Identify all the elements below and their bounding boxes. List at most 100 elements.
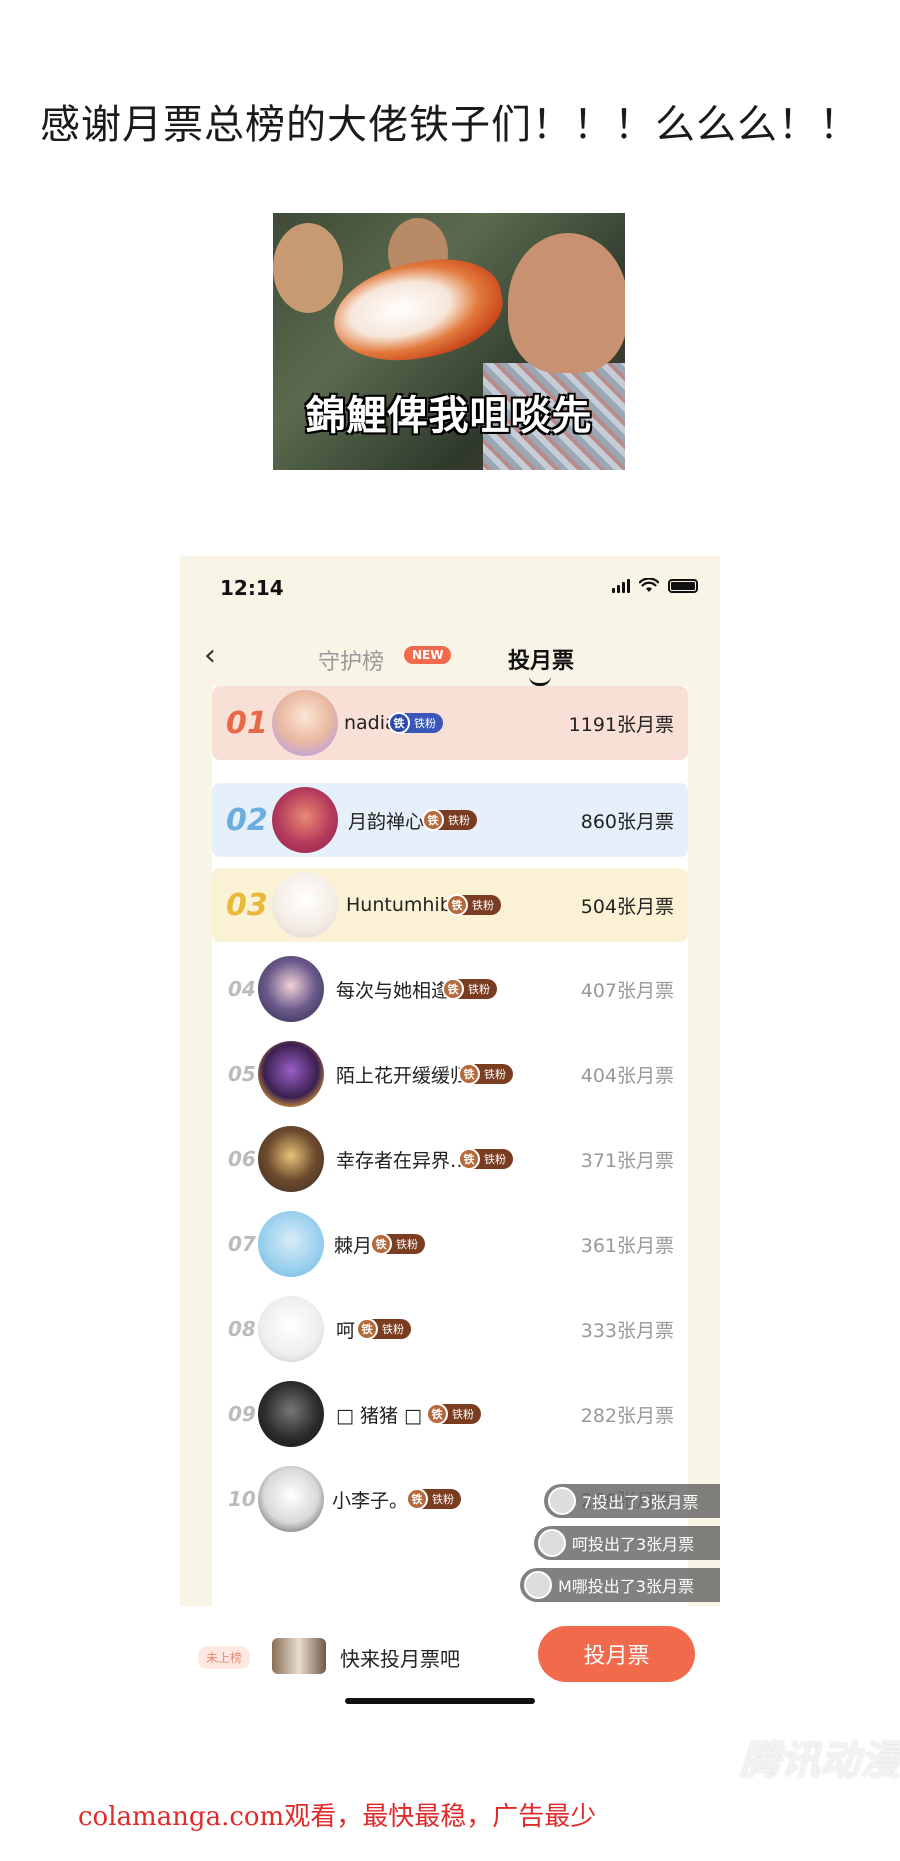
vote-toast: 7投出了3张月票 <box>544 1484 720 1518</box>
user-name: 每次与她相逢 <box>336 979 451 1002</box>
fan-level-badge: 铁铁粉 <box>388 712 443 734</box>
rank-number: 10 <box>228 1487 256 1511</box>
back-arrow-icon[interactable]: ‹ <box>204 638 216 673</box>
rank-number: 03 <box>226 887 268 923</box>
fan-level-label: 铁粉 <box>448 814 470 827</box>
phone-screenshot: 12:14 ‹ 守护榜 NEW 投月票 01 nadia 铁铁粉 1191张月票 02 月… <box>180 556 720 1706</box>
user-avatar[interactable] <box>272 872 338 938</box>
toast-avatar <box>548 1487 576 1515</box>
rank-number: 06 <box>228 1147 256 1171</box>
status-time: 12:14 <box>220 576 284 600</box>
vote-count: 333张月票 <box>580 1319 674 1342</box>
not-ranked-badge: 未上榜 <box>198 1646 251 1669</box>
fan-level-label: 铁粉 <box>484 1068 506 1081</box>
user-avatar[interactable] <box>258 1126 324 1192</box>
tab-guard-ranking[interactable]: 守护榜 <box>318 644 384 676</box>
ranking-list[interactable]: 01 nadia 铁铁粉 1191张月票 02 月韵禅心铁铁粉 860张月票 03 Huntum… <box>212 686 688 1606</box>
medal-icon: 铁 <box>458 1148 480 1170</box>
rank-number: 04 <box>228 977 256 1001</box>
vote-count: 282张月票 <box>580 1404 674 1427</box>
rank-number: 02 <box>226 802 268 838</box>
user-avatar[interactable] <box>272 787 338 853</box>
new-badge: NEW <box>404 646 452 664</box>
fan-level-badge: 铁铁粉 <box>422 809 477 831</box>
meme-caption: 錦鯉俾我咀啖先 <box>305 393 593 439</box>
watermark-logo: 腾讯动漫 <box>740 1738 900 1784</box>
status-bar: 12:14 <box>180 556 720 626</box>
rank-number: 09 <box>228 1402 256 1426</box>
rank-number: 05 <box>228 1062 256 1086</box>
vote-count: 1191张月票 <box>568 713 674 736</box>
fan-level-badge: 铁铁粉 <box>442 978 497 1000</box>
medal-icon: 铁 <box>388 712 410 734</box>
fan-level-label: 铁粉 <box>472 899 494 912</box>
user-avatar[interactable] <box>258 1296 324 1362</box>
fan-level-badge: 铁铁粉 <box>458 1063 513 1085</box>
home-indicator <box>345 1698 535 1704</box>
ranking-row[interactable]: 02 月韵禅心铁铁粉 860张月票 <box>212 783 688 857</box>
medal-icon: 铁 <box>426 1403 448 1425</box>
tab-monthly-vote[interactable]: 投月票 <box>508 643 574 675</box>
medal-icon: 铁 <box>370 1233 392 1255</box>
rank-number: 07 <box>228 1232 256 1256</box>
ranking-row[interactable]: 03 Huntumhibe 铁铁粉 504张月票 <box>212 868 688 942</box>
user-name: 小李子。 <box>332 1489 409 1512</box>
status-icons <box>612 578 698 593</box>
user-name: 陌上花开缓缓归 <box>336 1064 470 1087</box>
vote-prompt: 快来投月票吧 <box>340 1647 460 1671</box>
user-avatar[interactable] <box>272 690 338 756</box>
user-avatar[interactable] <box>258 1211 324 1277</box>
toast-avatar <box>524 1571 552 1599</box>
medal-icon: 铁 <box>446 894 468 916</box>
meme-koi-fish <box>324 246 512 375</box>
ranking-row[interactable]: 01 nadia 铁铁粉 1191张月票 <box>212 686 688 760</box>
battery-icon <box>668 578 698 593</box>
fan-level-badge: 铁铁粉 <box>446 894 501 916</box>
vote-toast: M哪投出了3张月票 <box>520 1568 720 1602</box>
medal-icon: 铁 <box>422 809 444 831</box>
vote-count: 404张月票 <box>580 1064 674 1087</box>
medal-icon: 铁 <box>356 1318 378 1340</box>
user-name: □ 猪猪 □ <box>336 1404 422 1427</box>
user-name: 幸存者在异界… <box>336 1149 470 1172</box>
my-avatar <box>272 1638 326 1674</box>
rank-number: 08 <box>228 1317 256 1341</box>
fan-level-label: 铁粉 <box>432 1493 454 1506</box>
user-avatar[interactable] <box>258 1466 324 1532</box>
rank-number: 01 <box>226 705 268 741</box>
nav-bar: ‹ 守护榜 NEW 投月票 <box>180 626 720 686</box>
meme-man-figure <box>508 233 625 373</box>
fan-level-label: 铁粉 <box>396 1238 418 1251</box>
medal-icon: 铁 <box>458 1063 480 1085</box>
toast-text: M哪投出了3张月票 <box>558 1577 694 1596</box>
toast-avatar <box>538 1529 566 1557</box>
fan-level-badge: 铁铁粉 <box>406 1488 461 1510</box>
user-name: 月韵禅心 <box>348 810 425 833</box>
vote-count: 860张月票 <box>580 810 674 833</box>
fan-level-badge: 铁铁粉 <box>356 1318 411 1340</box>
fan-level-badge: 铁铁粉 <box>426 1403 481 1425</box>
toast-text: 呵投出了3张月票 <box>572 1535 695 1554</box>
user-avatar[interactable] <box>258 1381 324 1447</box>
vote-count: 504张月票 <box>580 895 674 918</box>
bottom-bar: 未上榜 快来投月票吧 投月票 <box>180 1606 720 1706</box>
vote-button[interactable]: 投月票 <box>538 1626 695 1682</box>
user-name: 呵 <box>336 1319 356 1342</box>
toast-text: 7投出了3张月票 <box>582 1493 699 1512</box>
vote-count: 371张月票 <box>580 1149 674 1172</box>
source-text: colamanga.com观看，最快最稳，广告最少 <box>78 1802 597 1832</box>
user-avatar[interactable] <box>258 1041 324 1107</box>
fan-level-badge: 铁铁粉 <box>370 1233 425 1255</box>
medal-icon: 铁 <box>442 978 464 1000</box>
user-avatar[interactable] <box>258 956 324 1022</box>
meme-image: 錦鯉俾我咀啖先 <box>273 213 625 470</box>
vote-count: 361张月票 <box>580 1234 674 1257</box>
fan-level-label: 铁粉 <box>484 1153 506 1166</box>
fan-level-badge: 铁铁粉 <box>458 1148 513 1170</box>
fan-level-label: 铁粉 <box>382 1323 404 1336</box>
cellular-signal-icon <box>612 578 630 593</box>
fan-level-label: 铁粉 <box>452 1408 474 1421</box>
fan-level-label: 铁粉 <box>414 717 436 730</box>
vote-count: 407张月票 <box>580 979 674 1002</box>
active-tab-indicator <box>529 676 551 686</box>
